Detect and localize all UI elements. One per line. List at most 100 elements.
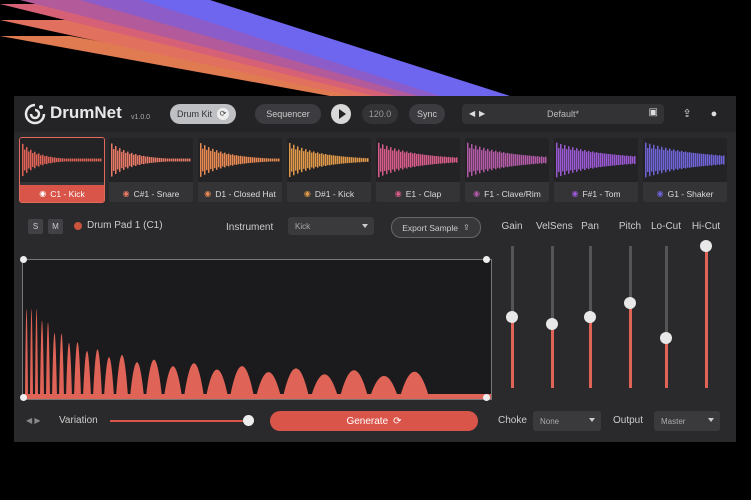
pad-waveform-bar bbox=[189, 158, 191, 162]
pad-waveform-bar bbox=[402, 150, 404, 170]
trim-handle-bottom-right[interactable] bbox=[483, 394, 490, 401]
save-icon[interactable]: ▣ bbox=[649, 107, 658, 118]
mixer-label-3: Pitch bbox=[618, 221, 642, 232]
trim-handle-top-right[interactable] bbox=[483, 256, 490, 263]
pad-waveform-bar bbox=[695, 153, 697, 167]
pad-waveform-bar bbox=[697, 153, 699, 167]
pad-waveform-bar bbox=[541, 156, 543, 164]
choke-select[interactable]: None bbox=[533, 411, 601, 431]
pad-waveform-graphic bbox=[22, 143, 102, 177]
output-select[interactable]: Master bbox=[654, 411, 720, 431]
pad-waveform-bar bbox=[404, 152, 406, 168]
drum-pad-6[interactable]: ◉ F1 - Clave/Rim bbox=[465, 138, 549, 202]
pad-waveform-bar bbox=[485, 150, 487, 170]
play-button[interactable] bbox=[331, 104, 351, 124]
pad-waveform-graphic bbox=[645, 142, 725, 178]
sync-button[interactable]: Sync bbox=[409, 104, 445, 124]
pad-waveform-bar bbox=[422, 154, 424, 166]
pad-waveform-bar bbox=[707, 154, 709, 166]
pad-waveform-bar bbox=[598, 152, 600, 168]
mute-button[interactable]: M bbox=[48, 219, 63, 234]
pad-waveform-bar bbox=[291, 148, 293, 172]
fader-knob[interactable] bbox=[584, 311, 596, 323]
variation-label: Variation bbox=[59, 415, 98, 426]
pad-waveform-bar bbox=[244, 156, 246, 164]
pad-waveform-bar bbox=[66, 158, 68, 162]
waveform-editor[interactable] bbox=[22, 259, 492, 400]
pad-waveform-bar bbox=[519, 154, 521, 166]
pad-waveform-bar bbox=[663, 149, 665, 171]
pad-waveform-bar bbox=[226, 154, 228, 166]
drum-pad-5[interactable]: ◉ E1 - Clap bbox=[376, 138, 460, 202]
preset-name: Default* bbox=[546, 109, 580, 119]
pad-waveform-bar bbox=[289, 142, 291, 178]
pad-waveform-bar bbox=[250, 157, 252, 163]
pad-waveform-bar bbox=[210, 150, 212, 170]
pad-waveform-bar bbox=[622, 155, 624, 165]
pad-waveform-bar bbox=[491, 149, 493, 171]
waveform-peak bbox=[35, 309, 38, 397]
pad-waveform-bar bbox=[345, 156, 347, 164]
drum-pad-1[interactable]: ◉ C1 - Kick bbox=[19, 137, 105, 203]
pad-waveform-bar bbox=[523, 155, 525, 165]
pad-waveform-graphic bbox=[378, 142, 458, 178]
pad-waveform-bar bbox=[655, 148, 657, 172]
version-label: v1.0.0 bbox=[131, 114, 151, 121]
pad-waveform-bar bbox=[84, 158, 86, 162]
export-sample-button[interactable]: Export Sample ⇪ bbox=[391, 217, 481, 238]
pad-waveform-bar bbox=[386, 145, 388, 175]
pad-waveform-bar bbox=[333, 155, 335, 165]
solo-button[interactable]: S bbox=[28, 219, 43, 234]
pad-waveform-bar bbox=[98, 158, 100, 162]
pad-waveform-bar bbox=[262, 157, 264, 163]
variation-slider-knob[interactable] bbox=[243, 415, 254, 426]
fader-knob[interactable] bbox=[506, 311, 518, 323]
fader-knob[interactable] bbox=[660, 332, 672, 345]
output-label: Output bbox=[613, 415, 644, 426]
pad-waveform-bar bbox=[511, 153, 513, 167]
pad-waveform-bar bbox=[657, 145, 659, 175]
export-icon[interactable]: ⇪ bbox=[679, 106, 695, 122]
pad-waveform-bar bbox=[448, 156, 450, 164]
fader-knob[interactable] bbox=[624, 296, 636, 309]
pad-waveform-bar bbox=[669, 148, 671, 172]
pad-waveform-bar bbox=[135, 154, 137, 166]
drum-pad-8[interactable]: ◉ G1 - Shaker bbox=[643, 138, 727, 202]
variation-nav-icon[interactable]: ◀ ▶ bbox=[26, 416, 41, 425]
pad-waveform-bar bbox=[531, 156, 533, 164]
fader-knob[interactable] bbox=[700, 240, 712, 252]
pad-waveform-bar bbox=[50, 156, 52, 164]
mixer-label-2: Pan bbox=[581, 221, 599, 232]
pad-waveform-bar bbox=[86, 158, 88, 162]
drum-pad-2[interactable]: ◉ C#1 - Snare bbox=[109, 138, 193, 202]
pad-waveform-bar bbox=[28, 151, 30, 169]
drum-kit-button[interactable]: Drum Kit ⟳ bbox=[170, 104, 236, 124]
drum-pad-7[interactable]: ◉ F#1 - Tom bbox=[554, 138, 638, 202]
pad-label-text: F1 - Clave/Rim bbox=[484, 188, 541, 199]
tempo-field[interactable]: 120.0 bbox=[362, 104, 398, 124]
preset-selector[interactable]: ◀ ▶ Default* ▣ bbox=[462, 104, 664, 124]
drum-pad-3[interactable]: ◉ D1 - Closed Hat bbox=[198, 138, 282, 202]
instrument-select[interactable]: Kick bbox=[288, 217, 374, 235]
waveform-display bbox=[23, 309, 491, 399]
pad-waveform-graphic bbox=[289, 142, 369, 178]
pad-waveform-bar bbox=[266, 158, 268, 162]
user-icon[interactable]: ● bbox=[706, 106, 722, 122]
generate-button[interactable]: Generate ⟳ bbox=[270, 411, 478, 431]
drum-pad-4[interactable]: ◉ D#1 - Kick bbox=[287, 138, 371, 202]
pad-waveform-bar bbox=[44, 156, 46, 164]
trim-handle-top-left[interactable] bbox=[20, 256, 27, 263]
pad-waveform-bar bbox=[709, 154, 711, 166]
pad-waveform-bar bbox=[390, 147, 392, 173]
pad-waveform-bar bbox=[228, 153, 230, 167]
pad-waveform-bar bbox=[608, 153, 610, 167]
trim-handle-bottom-left[interactable] bbox=[20, 394, 27, 401]
sequencer-button[interactable]: Sequencer bbox=[255, 104, 321, 124]
pad-waveform-bar bbox=[576, 148, 578, 172]
pad-waveform-bar bbox=[505, 153, 507, 167]
pad-waveform-bar bbox=[297, 146, 299, 174]
fader-knob[interactable] bbox=[546, 318, 558, 331]
variation-slider[interactable] bbox=[110, 420, 250, 422]
pad-waveform-bar bbox=[274, 158, 276, 162]
pad-waveform-bar bbox=[596, 152, 598, 168]
